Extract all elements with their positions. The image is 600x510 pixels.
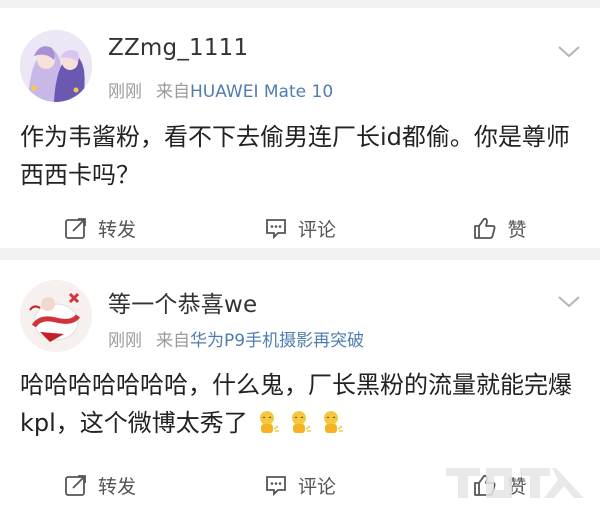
avatar[interactable] [20, 280, 92, 352]
post-content: 哈哈哈哈哈哈哈，什么鬼，厂长黑粉的流量就能完爆kpl，这个微博太秀了 [20, 366, 576, 442]
like-label: 赞 [507, 218, 527, 241]
post-time: 刚刚 [108, 331, 142, 351]
repost-icon [65, 218, 86, 239]
emoji-icon [323, 411, 343, 433]
comment-icon [266, 219, 286, 240]
source-prefix: 来自 [156, 82, 190, 102]
post-meta: 刚刚 来自华为P9手机摄影再突破 [108, 326, 364, 351]
post-time: 刚刚 [108, 82, 142, 102]
username[interactable]: 等一个恭喜we [108, 285, 257, 319]
username[interactable]: ZZmg_1111 [108, 35, 248, 61]
comment-button[interactable]: 评论 [210, 215, 390, 242]
post-meta: 刚刚 来自HUAWEI Mate 10 [108, 77, 333, 102]
chevron-down-icon[interactable] [556, 294, 582, 310]
comment-icon [266, 476, 286, 497]
avatar[interactable] [20, 30, 92, 102]
chevron-down-icon[interactable] [556, 44, 582, 60]
comment-label: 评论 [297, 218, 336, 241]
post-content: 作为韦酱粉，看不下去偷男连厂长id都偷。你是尊师西西卡吗？ [20, 123, 570, 189]
post-source[interactable]: 华为P9手机摄影再突破 [190, 331, 364, 351]
repost-button[interactable]: 转发 [10, 472, 190, 499]
watermark-logo [446, 468, 584, 498]
comment-button[interactable]: 评论 [210, 472, 390, 499]
repost-icon [65, 475, 86, 496]
like-icon [474, 217, 496, 239]
repost-label: 转发 [97, 218, 136, 241]
source-prefix: 来自 [156, 331, 190, 351]
post-card: ZZmg_1111 刚刚 来自HUAWEI Mate 10 作为韦酱粉，看不下去偷… [0, 8, 600, 248]
action-bar: 转发 评论 赞 [0, 208, 600, 248]
repost-label: 转发 [97, 475, 136, 498]
post-header: ZZmg_1111 刚刚 来自HUAWEI Mate 10 [0, 8, 600, 118]
comment-label: 评论 [297, 475, 336, 498]
emoji-icon [259, 411, 279, 433]
emoji-icon [291, 411, 311, 433]
post-source[interactable]: HUAWEI Mate 10 [190, 82, 333, 102]
post-header: 等一个恭喜we 刚刚 来自华为P9手机摄影再突破 [0, 260, 600, 370]
repost-button[interactable]: 转发 [10, 215, 190, 242]
like-button[interactable]: 赞 [410, 215, 590, 242]
